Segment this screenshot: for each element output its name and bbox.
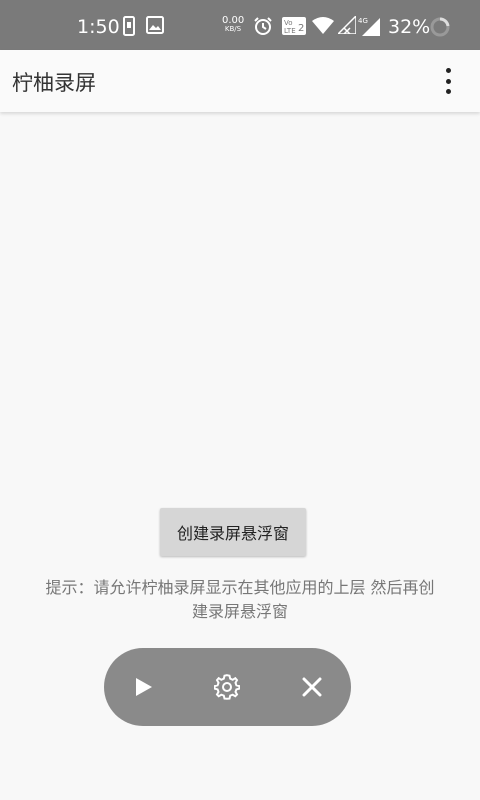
status-time: 1:50 — [77, 16, 120, 38]
image-notification-icon — [146, 16, 164, 38]
volte-icon: Vo LTE 2 — [282, 16, 306, 40]
app-title: 柠柚录屏 — [12, 71, 96, 95]
close-icon[interactable] — [297, 672, 327, 702]
network-speed: 0.00 KB/S — [222, 16, 244, 34]
network-speed-value: 0.00 — [222, 15, 245, 26]
battery-percent: 32% — [388, 16, 431, 38]
phone-notification-icon — [123, 16, 135, 40]
alarm-icon — [253, 16, 273, 40]
floating-control-bar — [104, 648, 351, 726]
status-bar: 1:50 0.00 KB/S Vo LTE 2 4G 32% — [0, 0, 480, 50]
more-vert-icon[interactable] — [444, 68, 452, 94]
svg-text:4G: 4G — [358, 17, 368, 25]
app-bar: 柠柚录屏 — [0, 50, 480, 112]
battery-ring-icon — [430, 17, 450, 41]
permission-hint: 提示：请允许柠柚录屏显示在其他应用的上层 然后再创建录屏悬浮窗 — [45, 578, 435, 621]
play-icon[interactable] — [128, 672, 158, 702]
settings-icon[interactable] — [212, 672, 242, 702]
network-speed-unit: KB/S — [224, 25, 242, 33]
svg-text:LTE: LTE — [284, 27, 296, 35]
svg-text:2: 2 — [298, 23, 304, 34]
signal-4g-icon: 4G — [358, 16, 380, 40]
svg-text:Vo: Vo — [284, 19, 293, 27]
wifi-icon — [312, 16, 334, 38]
signal-sim1-icon — [336, 14, 357, 38]
create-floating-window-button[interactable]: 创建录屏悬浮窗 — [160, 508, 306, 556]
